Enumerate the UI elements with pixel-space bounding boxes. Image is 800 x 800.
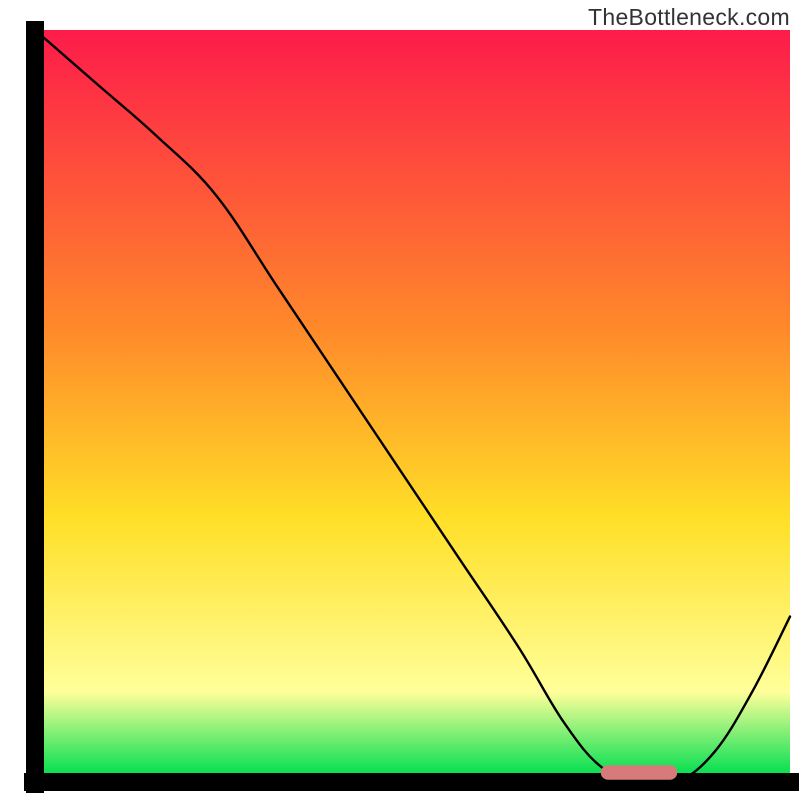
bottleneck-chart (0, 0, 800, 800)
optimal-range-marker (601, 766, 677, 780)
gradient-background (35, 30, 790, 782)
watermark-text: TheBottleneck.com (588, 4, 790, 31)
